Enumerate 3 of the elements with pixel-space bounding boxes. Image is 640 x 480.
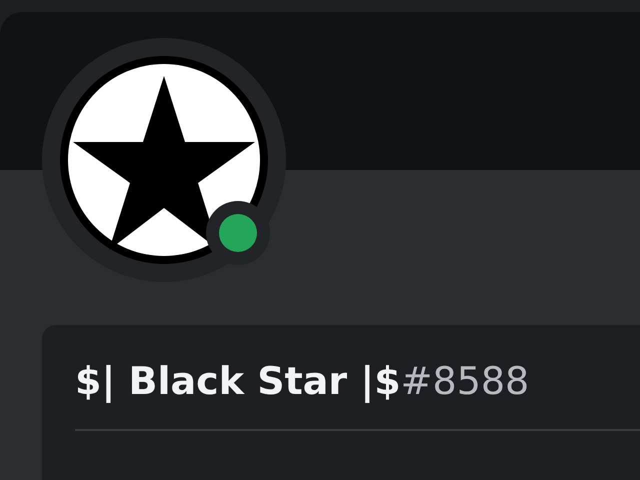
- star-avatar-icon: [42, 38, 286, 282]
- discriminator: #8588: [400, 359, 530, 403]
- display-name: $| Black Star |$: [75, 359, 401, 403]
